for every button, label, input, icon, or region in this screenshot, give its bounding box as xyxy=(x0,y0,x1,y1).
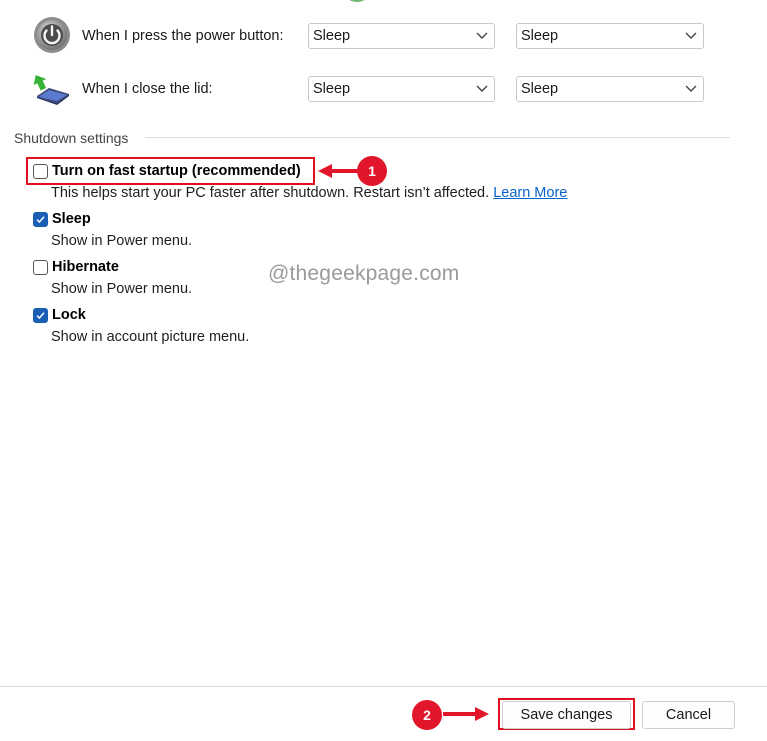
dropdown-value: Sleep xyxy=(521,28,559,44)
chevron-down-icon xyxy=(685,85,697,92)
shutdown-settings-heading: Shutdown settings xyxy=(14,130,129,146)
save-changes-button[interactable]: Save changes xyxy=(502,701,631,729)
chevron-down-icon xyxy=(685,32,697,39)
arrow-left-icon xyxy=(318,164,362,178)
chevron-down-icon xyxy=(476,85,488,92)
lock-description: Show in account picture menu. xyxy=(51,329,250,345)
close-lid-plugged-in-dropdown[interactable]: Sleep xyxy=(516,76,704,102)
step-2-badge: 2 xyxy=(412,700,442,730)
chevron-down-icon xyxy=(476,32,488,39)
section-divider xyxy=(145,137,730,138)
step-1-badge: 1 xyxy=(357,156,387,186)
arrow-right-icon xyxy=(443,707,489,721)
power-button-label: When I press the power button: xyxy=(82,28,284,44)
cancel-button[interactable]: Cancel xyxy=(642,701,735,729)
watermark-text: @thegeekpage.com xyxy=(268,262,460,285)
footer-divider xyxy=(0,686,767,687)
laptop-lid-icon xyxy=(33,70,71,108)
lock-title: Lock xyxy=(52,307,86,323)
fast-startup-description: This helps start your PC faster after sh… xyxy=(51,185,567,201)
close-lid-on-battery-dropdown[interactable]: Sleep xyxy=(308,76,495,102)
power-button-icon xyxy=(33,16,71,54)
sleep-checkbox[interactable] xyxy=(33,212,48,227)
battery-icon xyxy=(342,0,372,2)
hibernate-description: Show in Power menu. xyxy=(51,281,193,297)
fast-startup-title: Turn on fast startup (recommended) xyxy=(52,163,301,179)
lock-checkbox[interactable] xyxy=(33,308,48,323)
sleep-description: Show in Power menu. xyxy=(51,233,193,249)
dropdown-value: Sleep xyxy=(521,81,559,97)
sleep-title: Sleep xyxy=(52,211,91,227)
hibernate-title: Hibernate xyxy=(52,259,119,275)
power-button-plugged-in-dropdown[interactable]: Sleep xyxy=(516,23,704,49)
fast-startup-description-text: This helps start your PC faster after sh… xyxy=(51,185,490,201)
checkmark-icon xyxy=(36,312,45,320)
checkmark-icon xyxy=(36,216,45,224)
power-button-on-battery-dropdown[interactable]: Sleep xyxy=(308,23,495,49)
hibernate-checkbox[interactable] xyxy=(33,260,48,275)
learn-more-link[interactable]: Learn More xyxy=(493,185,567,201)
dropdown-value: Sleep xyxy=(313,28,351,44)
close-lid-label: When I close the lid: xyxy=(82,81,213,97)
fast-startup-checkbox[interactable] xyxy=(33,164,48,179)
dropdown-value: Sleep xyxy=(313,81,351,97)
